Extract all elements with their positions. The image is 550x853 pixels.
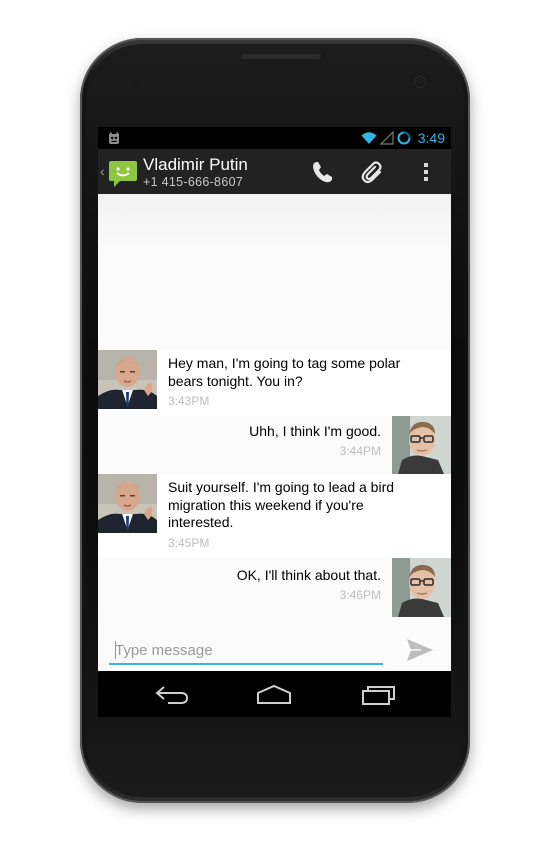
status-icons: 3:49 <box>361 130 445 146</box>
signal-icon <box>379 131 394 145</box>
cyanogenmod-icon <box>109 132 119 144</box>
battery-icon <box>397 131 411 145</box>
home-icon[interactable] <box>256 683 292 705</box>
bubble-tail <box>384 430 391 442</box>
chat-bubble-icon[interactable] <box>108 158 138 188</box>
phone-screen: 3:49 ‹ Vladimir Putin +1 415-666-8607 He… <box>98 127 451 717</box>
self-avatar[interactable] <box>392 558 451 617</box>
status-clock: 3:49 <box>417 130 445 146</box>
bubble-tail <box>157 490 164 502</box>
earpiece-speaker <box>241 54 321 59</box>
message-text: Suit yourself. I'm going to lead a bird … <box>168 479 395 530</box>
message-text: Uhh, I think I'm good. <box>249 423 381 439</box>
message-timestamp: 3:45PM <box>168 536 210 550</box>
bubble-tail <box>384 572 391 584</box>
overflow-menu-icon[interactable] <box>413 159 439 185</box>
back-icon[interactable] <box>154 683 190 705</box>
contact-phone: +1 415-666-8607 <box>143 175 244 189</box>
contact-name[interactable]: Vladimir Putin <box>143 155 248 175</box>
message-timestamp: 3:46PM <box>339 588 381 602</box>
text-cursor <box>115 641 116 659</box>
message-timestamp: 3:43PM <box>168 394 210 408</box>
navigation-bar <box>98 671 451 717</box>
message-item[interactable]: Uhh, I think I'm good. 3:44PM <box>98 416 451 474</box>
attachment-icon[interactable] <box>360 159 386 185</box>
recents-icon[interactable] <box>360 683 396 705</box>
wifi-icon <box>361 132 377 144</box>
message-item[interactable]: Suit yourself. I'm going to lead a bird … <box>98 474 451 558</box>
action-bar: ‹ Vladimir Putin +1 415-666-8607 <box>98 149 451 194</box>
self-avatar[interactable] <box>392 416 451 474</box>
message-item[interactable]: OK, I'll think about that. 3:46PM <box>98 558 451 618</box>
contact-avatar[interactable] <box>98 350 157 409</box>
conversation-list[interactable]: Hey man, I'm going to tag some polar bea… <box>98 194 451 627</box>
message-item[interactable]: Hey man, I'm going to tag some polar bea… <box>98 350 451 416</box>
phone-icon[interactable] <box>310 159 336 185</box>
contact-avatar[interactable] <box>98 474 157 533</box>
message-text: OK, I'll think about that. <box>236 567 381 583</box>
bubble-tail <box>157 366 164 378</box>
message-timestamp: 3:44PM <box>339 444 381 458</box>
proximity-sensor <box>130 80 138 88</box>
compose-bar <box>98 627 451 671</box>
status-bar: 3:49 <box>98 127 451 149</box>
send-icon[interactable] <box>405 637 435 663</box>
message-input[interactable] <box>109 637 383 665</box>
up-caret-icon[interactable]: ‹ <box>100 163 105 179</box>
front-camera <box>414 76 426 88</box>
message-text: Hey man, I'm going to tag some polar bea… <box>168 355 401 389</box>
